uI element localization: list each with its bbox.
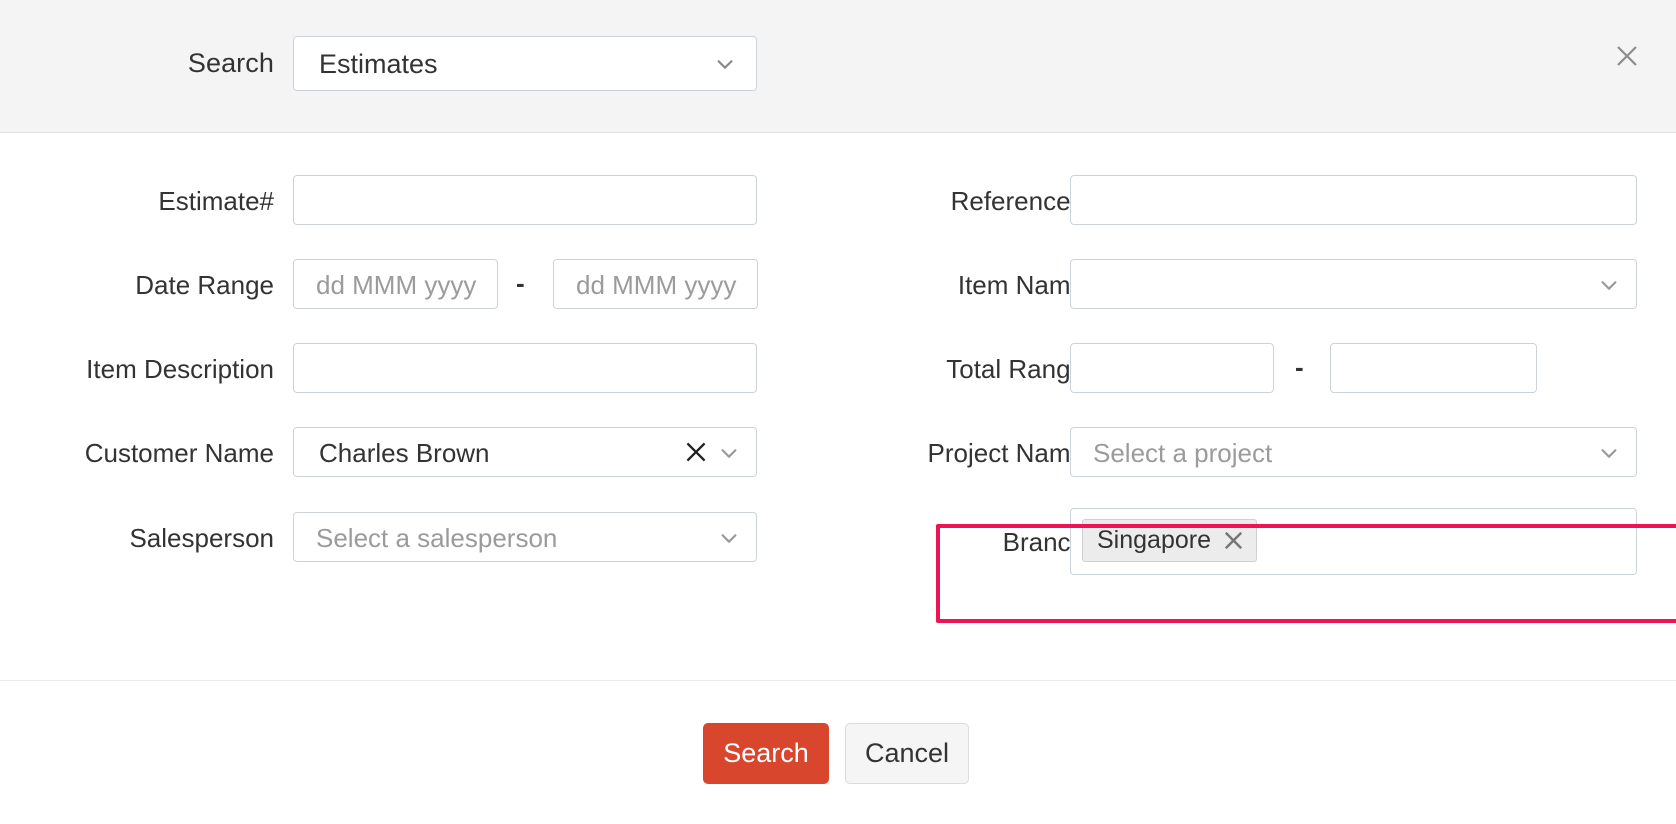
chevron-down-icon: [1598, 274, 1620, 296]
branch-tag-remove-button[interactable]: [1223, 530, 1244, 551]
total-range-label: Total Range: [946, 354, 1085, 384]
total-range-to-input[interactable]: [1330, 343, 1537, 393]
field-row-reference-number: Reference#: [0, 175, 1676, 225]
project-name-select[interactable]: Select a project: [1070, 427, 1637, 477]
branch-tag-label: Singapore: [1097, 526, 1211, 554]
branch-tag-singapore[interactable]: Singapore: [1082, 519, 1257, 562]
search-module-select[interactable]: Estimates: [293, 36, 757, 91]
branch-label: Branch: [1002, 527, 1085, 557]
total-range-separator: -: [1295, 352, 1304, 382]
search-module-value: Estimates: [319, 49, 438, 79]
field-row-total-range: Total Range -: [0, 343, 1676, 393]
reference-number-label: Reference#: [950, 186, 1085, 216]
close-dialog-button[interactable]: [1609, 38, 1645, 74]
chevron-down-icon: [714, 53, 736, 75]
close-icon: [1617, 46, 1637, 66]
project-name-placeholder: Select a project: [1093, 438, 1273, 468]
project-name-label: Project Name: [927, 438, 1086, 468]
search-label: Search: [187, 48, 274, 78]
search-dialog-header: Search Estimates: [0, 0, 1676, 133]
search-dialog-body: Estimate# Date Range dd MMM yyyy - dd MM…: [0, 133, 1676, 680]
cancel-button[interactable]: Cancel: [845, 723, 969, 784]
close-icon: [1224, 531, 1243, 550]
chevron-down-icon: [1598, 442, 1620, 464]
search-button[interactable]: Search: [703, 723, 829, 784]
item-name-label: Item Name: [957, 270, 1085, 300]
field-row-item-name: Item Name: [0, 259, 1676, 309]
field-row-branch: Branch Singapore: [0, 508, 1676, 575]
item-name-select[interactable]: [1070, 259, 1637, 309]
reference-number-input[interactable]: [1070, 175, 1637, 225]
branch-multiselect[interactable]: Singapore: [1070, 508, 1637, 575]
field-row-project-name: Project Name Select a project: [0, 427, 1676, 477]
search-dialog-footer: Search Cancel: [0, 680, 1676, 824]
total-range-from-input[interactable]: [1070, 343, 1274, 393]
